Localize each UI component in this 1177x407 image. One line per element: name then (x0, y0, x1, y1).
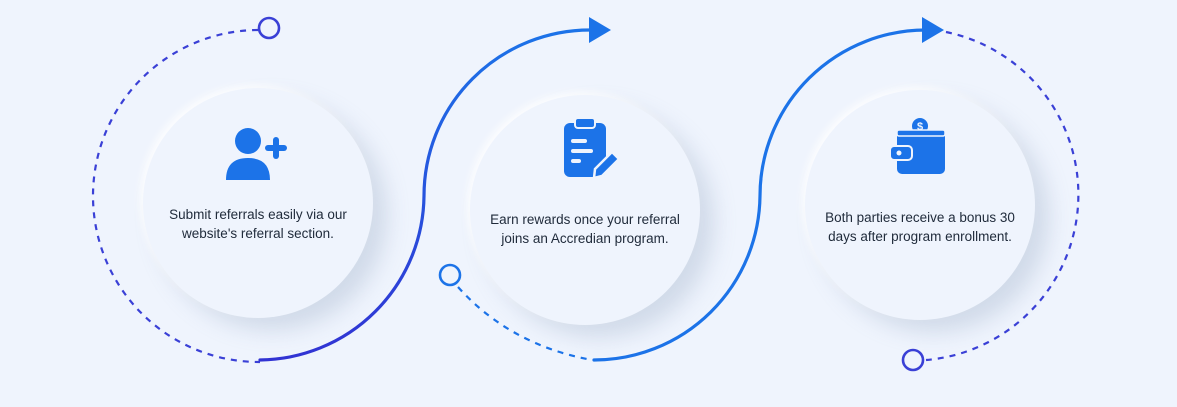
add-user-icon (218, 124, 298, 188)
step-card-2: Earn rewards once your referral joins an… (470, 95, 700, 325)
step-description: Both parties receive a bonus 30 days aft… (825, 210, 1015, 244)
clipboard-edit-icon (545, 117, 625, 181)
step-card-1: Submit referrals easily via our website'… (143, 88, 373, 318)
node-circle-2 (438, 263, 462, 287)
wallet-coin-icon: $ (880, 114, 960, 178)
step-description: Submit referrals easily via our website'… (169, 207, 347, 241)
step-description: Earn rewards once your referral joins an… (490, 212, 680, 246)
arrow-head-2 (922, 17, 944, 43)
step-card-3: $ Both parties receive a bonus 30 days a… (805, 90, 1035, 320)
end-node-circle (901, 348, 925, 372)
start-node-circle (257, 16, 281, 40)
arrow-head-1 (589, 17, 611, 43)
